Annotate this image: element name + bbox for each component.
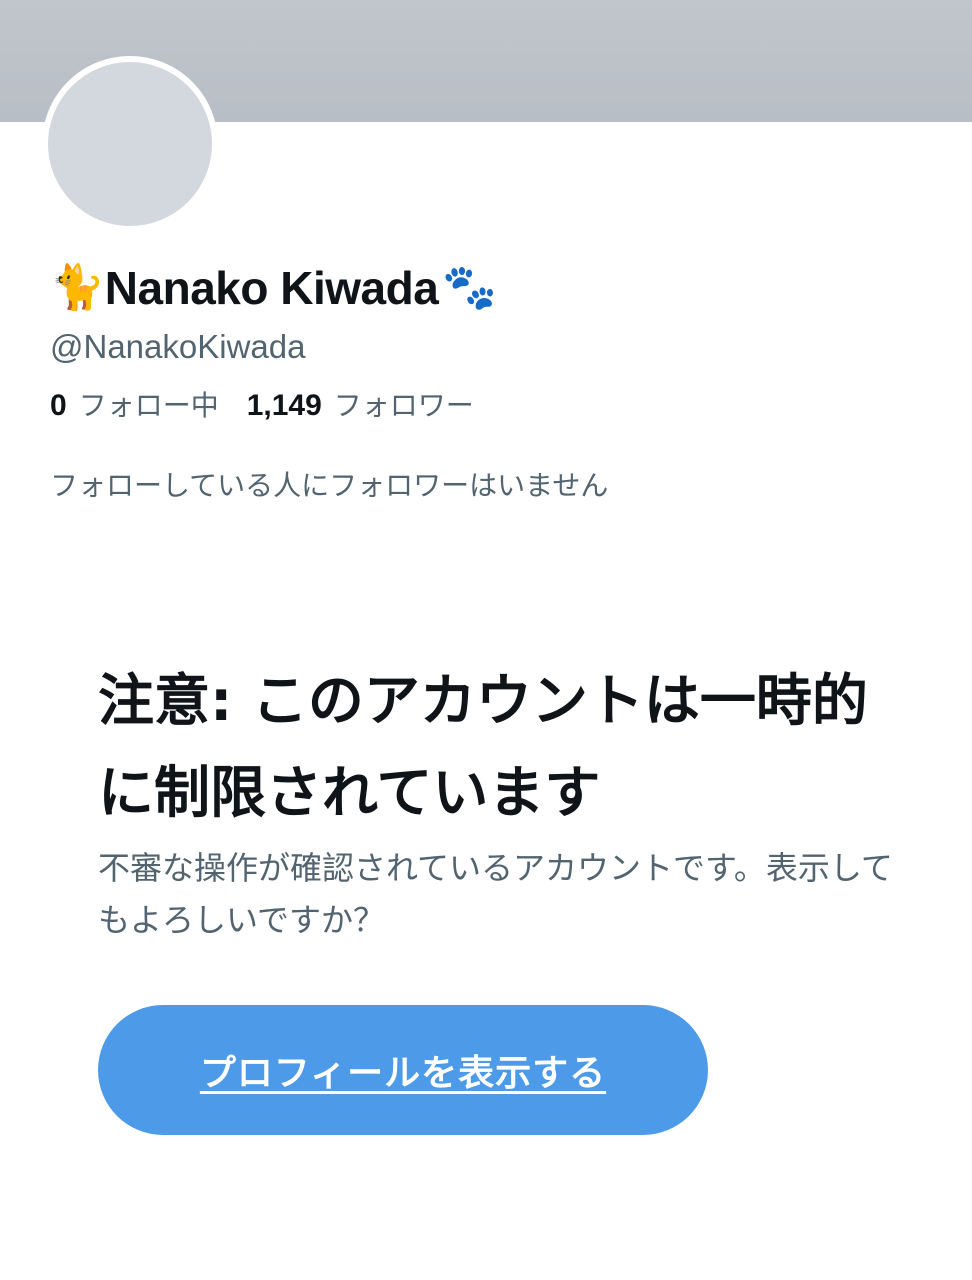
followers-count: 1,149 bbox=[246, 389, 322, 422]
following-link[interactable]: 0 フォロー中 bbox=[50, 384, 219, 424]
cat-emoji-icon: 🐈 bbox=[50, 262, 105, 313]
follow-stats: 0 フォロー中 1,149 フォロワー bbox=[50, 384, 474, 424]
profile-handle: @NanakoKiwada bbox=[50, 328, 306, 365]
followers-label: フォロワー bbox=[333, 389, 474, 422]
restriction-warning-title: 注意: このアカウントは一時的に制限されています bbox=[98, 669, 868, 826]
display-name: Nanako Kiwada bbox=[104, 262, 439, 314]
profile-name-row: 🐈 Nanako Kiwada 🐾 bbox=[50, 256, 497, 320]
view-profile-button-label: プロフィールを表示する bbox=[199, 1052, 607, 1093]
paw-prints-icon: 🐾 bbox=[442, 262, 498, 313]
view-profile-button[interactable]: プロフィールを表示する bbox=[98, 1005, 708, 1135]
following-count: 0 bbox=[50, 389, 67, 422]
restriction-warning-message: 不審な操作が確認されているアカウントです。表示してもよろしいですか？ bbox=[98, 849, 893, 939]
followers-link[interactable]: 1,149 フォロワー bbox=[247, 384, 474, 424]
following-label: フォロー中 bbox=[78, 389, 219, 422]
followers-you-follow-note: フォローしている人にフォロワーはいません bbox=[50, 469, 609, 502]
avatar[interactable] bbox=[42, 56, 218, 232]
